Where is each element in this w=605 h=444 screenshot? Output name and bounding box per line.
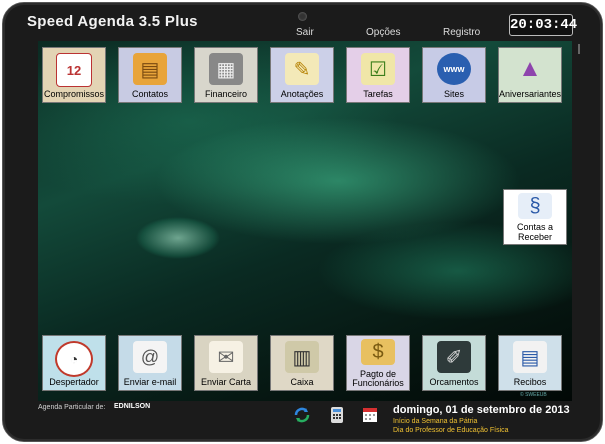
- tile-contatos[interactable]: ▤ Contatos: [118, 47, 182, 103]
- calendar-small-icon[interactable]: [361, 406, 379, 424]
- event-item: Início da Semana da Pátria: [393, 418, 478, 425]
- tile-compromissos[interactable]: 12 Compromissos: [42, 47, 106, 103]
- tile-aniversariantes[interactable]: ▲ Aniversariantes: [498, 47, 562, 103]
- owner-name: EDNILSON: [114, 403, 151, 410]
- calculator-money-icon: ▦: [209, 53, 243, 85]
- tile-financeiro[interactable]: ▦ Financeiro: [194, 47, 258, 103]
- current-date: domingo, 01 de setembro de 2013: [393, 404, 570, 416]
- menu-registro[interactable]: Registro: [443, 27, 480, 38]
- clock-display: 20:03:44: [509, 14, 577, 36]
- wallpaper-credit: © SWEEUB: [520, 392, 547, 398]
- tile-enviar-email[interactable]: @ Enviar e-mail: [118, 335, 182, 391]
- envelope-icon: ✉: [209, 341, 243, 373]
- tile-label: Financeiro: [204, 89, 248, 99]
- camera-dot: [298, 12, 307, 21]
- notes-pen-icon: ✎: [285, 53, 319, 85]
- tile-tarefas[interactable]: ☑ Tarefas: [346, 47, 410, 103]
- tile-label: Caixa: [290, 377, 314, 387]
- tile-recibos[interactable]: ▤ Recibos: [498, 335, 562, 391]
- tile-label: Compromissos: [43, 89, 104, 99]
- menu-opcoes[interactable]: Opções: [366, 27, 400, 38]
- tile-pagto-funcionarios[interactable]: $ Pagto de Funcionários: [346, 335, 410, 391]
- party-hat-icon: ▲: [518, 55, 542, 82]
- tile-label: Contatos: [131, 89, 169, 99]
- calendar-icon: 12: [56, 53, 92, 87]
- tile-contas-a-receber[interactable]: § Contas a Receber: [503, 189, 567, 245]
- tile-label: Enviar e-mail: [123, 377, 177, 387]
- address-book-icon: ▤: [133, 53, 167, 85]
- tile-caixa[interactable]: ▥ Caixa: [270, 335, 334, 391]
- tile-label: Sites: [443, 89, 464, 99]
- tile-label: Despertador: [49, 377, 99, 387]
- tile-label: Anotações: [280, 89, 324, 99]
- tile-label-line2: Receber: [517, 232, 553, 242]
- email-at-icon: @: [133, 341, 167, 373]
- cash-register-icon: ▥: [285, 341, 319, 373]
- clock-icon: ◔: [55, 341, 93, 377]
- owner-label: Agenda Particular de:: [38, 404, 106, 411]
- payroll-icon: $: [361, 339, 395, 365]
- tile-label: Aniversariantes: [499, 89, 562, 99]
- app-title: Speed Agenda 3.5 Plus: [27, 13, 198, 30]
- tile-label: Recibos: [513, 377, 547, 387]
- tile-despertador[interactable]: ◔ Despertador: [42, 335, 106, 391]
- tile-sites[interactable]: www Sites: [422, 47, 486, 103]
- calculator-icon[interactable]: [328, 406, 346, 424]
- tile-label-line2: Funcionários: [352, 378, 404, 388]
- tile-orcamentos[interactable]: ✐ Orcamentos: [422, 335, 486, 391]
- bills-receivable-icon: §: [518, 193, 552, 219]
- menu-sair[interactable]: Sair: [296, 27, 314, 38]
- tile-label: Orcamentos: [429, 377, 479, 387]
- tile-anotacoes[interactable]: ✎ Anotações: [270, 47, 334, 103]
- tile-label: Enviar Carta: [200, 377, 252, 387]
- sync-arrows-icon[interactable]: [293, 406, 311, 424]
- receipt-icon: ▤: [513, 341, 547, 373]
- event-item: Dia do Professor de Educação Física: [393, 427, 509, 434]
- tile-label-line1: Contas a: [516, 222, 554, 232]
- tile-label: Tarefas: [363, 89, 393, 99]
- checklist-icon: ☑: [361, 53, 395, 85]
- www-globe-icon: www: [437, 53, 471, 85]
- tile-enviar-carta[interactable]: ✉ Enviar Carta: [194, 335, 258, 391]
- notebook-icon: ✐: [437, 341, 471, 373]
- side-indicator: [578, 44, 580, 54]
